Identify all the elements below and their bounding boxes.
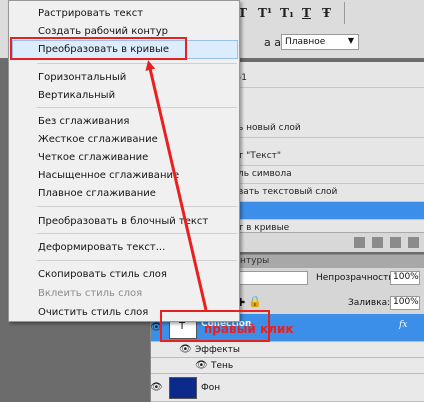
arrow-line [145, 60, 208, 311]
annotation-arrow [145, 60, 208, 311]
